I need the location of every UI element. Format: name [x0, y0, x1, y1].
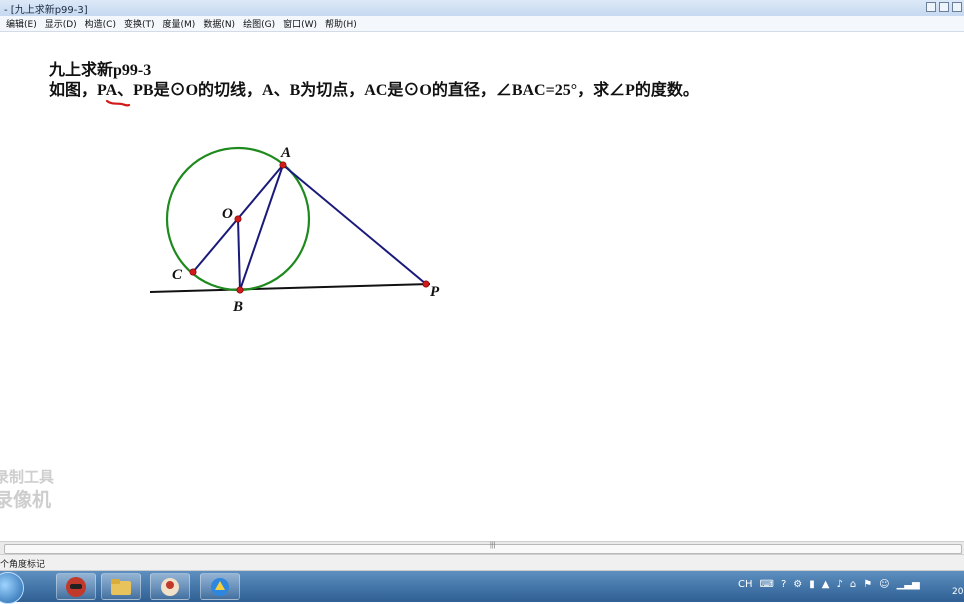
tangent-line	[149, 283, 431, 293]
menu-edit[interactable]: 编辑(E)	[6, 17, 37, 30]
menu-construct[interactable]: 构造(C)	[85, 17, 116, 30]
start-button[interactable]	[0, 572, 24, 604]
clock[interactable]: 20	[952, 587, 963, 597]
menu-window[interactable]: 窗口(W)	[283, 17, 317, 30]
label-p: P	[430, 284, 440, 300]
window-titlebar: - [九上求新p99-3]	[0, 0, 964, 17]
window-controls	[926, 2, 962, 12]
segment-ap	[282, 164, 427, 285]
menu-help[interactable]: 帮助(H)	[325, 17, 357, 30]
menu-display[interactable]: 显示(D)	[45, 17, 77, 30]
language-indicator[interactable]: CH	[738, 579, 753, 590]
menu-bar: 编辑(E) 显示(D) 构造(C) 变换(T) 度量(M) 数据(N) 绘图(G…	[0, 16, 964, 32]
system-tray: CH ⌨ ? ⚙ ▮ ▲ ♪ ⌂ ⚑ ☺ ▁▃▅	[738, 579, 920, 590]
document-canvas[interactable]: 九上求新p99-3 如图，PA、PB是⊙O的切线，A、B为切点，AC是⊙O的直径…	[0, 33, 964, 541]
underline-annotation	[105, 99, 131, 107]
menu-data[interactable]: 数据(N)	[203, 17, 235, 30]
label-b: B	[232, 299, 243, 315]
volume-icon[interactable]: ♪	[836, 579, 842, 590]
window-title: - [九上求新p99-3]	[4, 5, 88, 16]
label-o: O	[222, 206, 233, 222]
minimize-icon[interactable]	[926, 2, 936, 12]
show-hidden-icons-icon[interactable]: ▲	[822, 579, 830, 590]
close-icon[interactable]	[952, 2, 962, 12]
geometry-figure: A O C B P	[105, 99, 440, 315]
signal-icon[interactable]: ▁▃▅	[897, 579, 920, 590]
sketchpad-app-icon[interactable]	[200, 573, 240, 600]
label-c: C	[172, 267, 183, 283]
point-b[interactable]	[236, 286, 244, 294]
settings-icon[interactable]: ⚙	[793, 579, 802, 590]
network-icon[interactable]: ⌂	[850, 579, 856, 590]
point-a[interactable]	[279, 161, 287, 169]
folder-icon[interactable]	[101, 573, 141, 600]
segment-ab	[239, 164, 284, 291]
point-p[interactable]	[422, 280, 430, 288]
segment-ob	[237, 218, 241, 291]
label-a: A	[280, 145, 291, 161]
status-text: 个角度标记	[0, 560, 46, 570]
horizontal-scrollbar[interactable]: |||	[0, 541, 964, 555]
scrollbar-grip-icon: |||	[490, 542, 496, 549]
scrollbar-thumb[interactable]	[4, 544, 962, 554]
menu-transform[interactable]: 变换(T)	[124, 17, 155, 30]
watermark-line-1: 录制工具	[0, 468, 55, 486]
battery-icon[interactable]: ▮	[809, 579, 815, 590]
help-icon[interactable]: ?	[781, 579, 786, 590]
paint-app-icon[interactable]	[150, 573, 190, 600]
menu-measure[interactable]: 度量(M)	[163, 17, 196, 30]
point-c[interactable]	[189, 268, 197, 276]
user-icon[interactable]: ☺	[879, 579, 889, 590]
keyboard-icon[interactable]: ⌨	[760, 579, 774, 590]
point-o[interactable]	[234, 215, 242, 223]
status-bar: 个角度标记	[0, 555, 964, 571]
watermark-line-2: 录像机	[0, 489, 52, 511]
media-app-icon[interactable]	[56, 573, 96, 600]
maximize-icon[interactable]	[939, 2, 949, 12]
taskbar: CH ⌨ ? ⚙ ▮ ▲ ♪ ⌂ ⚑ ☺ ▁▃▅ 20	[0, 571, 964, 604]
menu-graph[interactable]: 绘图(G)	[243, 17, 275, 30]
flag-icon[interactable]: ⚑	[863, 579, 872, 590]
recorder-watermark: 录制工具 录像机	[0, 466, 54, 512]
